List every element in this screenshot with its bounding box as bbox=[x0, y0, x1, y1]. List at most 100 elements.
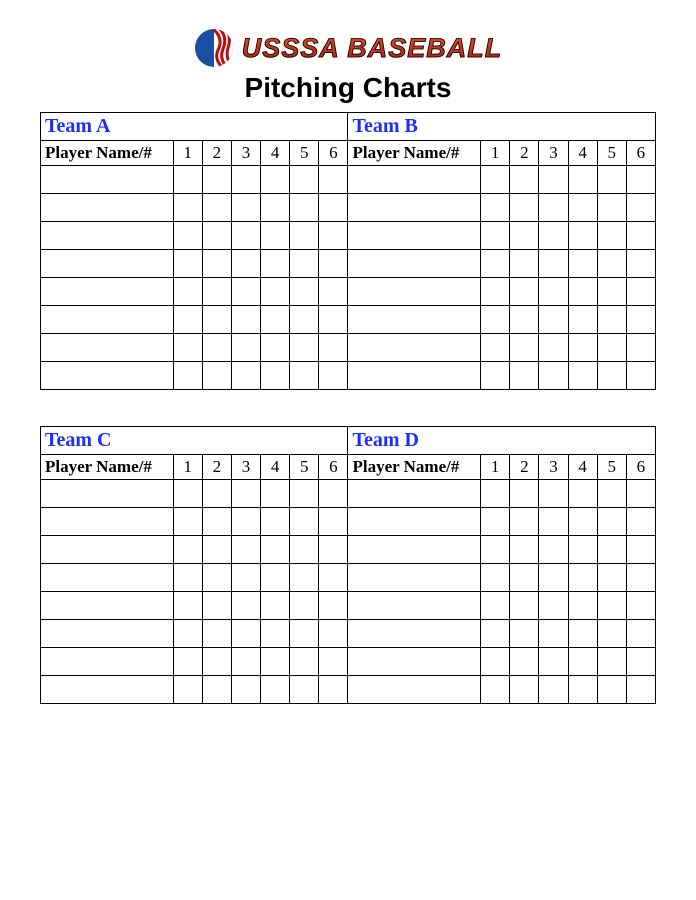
inning-cell[interactable] bbox=[481, 564, 510, 592]
inning-cell[interactable] bbox=[510, 564, 539, 592]
inning-cell[interactable] bbox=[231, 536, 260, 564]
inning-cell[interactable] bbox=[510, 648, 539, 676]
inning-cell[interactable] bbox=[261, 480, 290, 508]
player-name-cell[interactable] bbox=[348, 166, 481, 194]
inning-cell[interactable] bbox=[261, 278, 290, 306]
player-name-cell[interactable] bbox=[348, 592, 481, 620]
inning-cell[interactable] bbox=[261, 592, 290, 620]
inning-cell[interactable] bbox=[568, 166, 597, 194]
player-name-cell[interactable] bbox=[41, 362, 174, 390]
inning-cell[interactable] bbox=[261, 564, 290, 592]
inning-cell[interactable] bbox=[568, 306, 597, 334]
inning-cell[interactable] bbox=[539, 194, 568, 222]
inning-cell[interactable] bbox=[539, 648, 568, 676]
inning-cell[interactable] bbox=[261, 676, 290, 704]
inning-cell[interactable] bbox=[261, 222, 290, 250]
player-name-cell[interactable] bbox=[348, 676, 481, 704]
player-name-cell[interactable] bbox=[348, 250, 481, 278]
inning-cell[interactable] bbox=[539, 334, 568, 362]
inning-cell[interactable] bbox=[290, 278, 319, 306]
inning-cell[interactable] bbox=[202, 508, 231, 536]
inning-cell[interactable] bbox=[597, 508, 626, 536]
inning-cell[interactable] bbox=[290, 536, 319, 564]
inning-cell[interactable] bbox=[290, 480, 319, 508]
inning-cell[interactable] bbox=[290, 592, 319, 620]
inning-cell[interactable] bbox=[568, 362, 597, 390]
inning-cell[interactable] bbox=[231, 222, 260, 250]
inning-cell[interactable] bbox=[539, 306, 568, 334]
player-name-cell[interactable] bbox=[41, 480, 174, 508]
inning-cell[interactable] bbox=[597, 564, 626, 592]
player-name-cell[interactable] bbox=[41, 508, 174, 536]
inning-cell[interactable] bbox=[510, 306, 539, 334]
player-name-cell[interactable] bbox=[348, 536, 481, 564]
inning-cell[interactable] bbox=[202, 194, 231, 222]
inning-cell[interactable] bbox=[319, 564, 348, 592]
inning-cell[interactable] bbox=[568, 620, 597, 648]
inning-cell[interactable] bbox=[202, 362, 231, 390]
inning-cell[interactable] bbox=[290, 306, 319, 334]
inning-cell[interactable] bbox=[597, 250, 626, 278]
inning-cell[interactable] bbox=[202, 166, 231, 194]
inning-cell[interactable] bbox=[290, 508, 319, 536]
inning-cell[interactable] bbox=[568, 334, 597, 362]
inning-cell[interactable] bbox=[539, 166, 568, 194]
inning-cell[interactable] bbox=[568, 278, 597, 306]
inning-cell[interactable] bbox=[202, 676, 231, 704]
inning-cell[interactable] bbox=[626, 334, 655, 362]
player-name-cell[interactable] bbox=[348, 620, 481, 648]
inning-cell[interactable] bbox=[173, 194, 202, 222]
inning-cell[interactable] bbox=[319, 334, 348, 362]
inning-cell[interactable] bbox=[231, 620, 260, 648]
inning-cell[interactable] bbox=[568, 648, 597, 676]
inning-cell[interactable] bbox=[539, 278, 568, 306]
inning-cell[interactable] bbox=[290, 194, 319, 222]
inning-cell[interactable] bbox=[319, 278, 348, 306]
inning-cell[interactable] bbox=[539, 508, 568, 536]
player-name-cell[interactable] bbox=[41, 592, 174, 620]
inning-cell[interactable] bbox=[626, 676, 655, 704]
inning-cell[interactable] bbox=[539, 250, 568, 278]
inning-cell[interactable] bbox=[319, 250, 348, 278]
inning-cell[interactable] bbox=[626, 508, 655, 536]
inning-cell[interactable] bbox=[539, 564, 568, 592]
player-name-cell[interactable] bbox=[348, 648, 481, 676]
inning-cell[interactable] bbox=[597, 480, 626, 508]
inning-cell[interactable] bbox=[202, 306, 231, 334]
player-name-cell[interactable] bbox=[41, 536, 174, 564]
inning-cell[interactable] bbox=[539, 592, 568, 620]
inning-cell[interactable] bbox=[173, 278, 202, 306]
inning-cell[interactable] bbox=[319, 648, 348, 676]
player-name-cell[interactable] bbox=[348, 306, 481, 334]
inning-cell[interactable] bbox=[202, 250, 231, 278]
inning-cell[interactable] bbox=[626, 306, 655, 334]
inning-cell[interactable] bbox=[626, 564, 655, 592]
inning-cell[interactable] bbox=[626, 592, 655, 620]
inning-cell[interactable] bbox=[597, 592, 626, 620]
inning-cell[interactable] bbox=[568, 564, 597, 592]
player-name-cell[interactable] bbox=[348, 480, 481, 508]
inning-cell[interactable] bbox=[597, 334, 626, 362]
inning-cell[interactable] bbox=[481, 480, 510, 508]
inning-cell[interactable] bbox=[597, 194, 626, 222]
inning-cell[interactable] bbox=[481, 508, 510, 536]
player-name-cell[interactable] bbox=[41, 564, 174, 592]
inning-cell[interactable] bbox=[510, 222, 539, 250]
player-name-cell[interactable] bbox=[41, 676, 174, 704]
inning-cell[interactable] bbox=[510, 480, 539, 508]
inning-cell[interactable] bbox=[568, 676, 597, 704]
inning-cell[interactable] bbox=[481, 362, 510, 390]
inning-cell[interactable] bbox=[261, 620, 290, 648]
inning-cell[interactable] bbox=[231, 194, 260, 222]
player-name-cell[interactable] bbox=[348, 334, 481, 362]
inning-cell[interactable] bbox=[173, 592, 202, 620]
inning-cell[interactable] bbox=[626, 536, 655, 564]
inning-cell[interactable] bbox=[202, 278, 231, 306]
inning-cell[interactable] bbox=[597, 362, 626, 390]
inning-cell[interactable] bbox=[481, 676, 510, 704]
inning-cell[interactable] bbox=[626, 166, 655, 194]
inning-cell[interactable] bbox=[319, 508, 348, 536]
player-name-cell[interactable] bbox=[348, 278, 481, 306]
inning-cell[interactable] bbox=[510, 362, 539, 390]
player-name-cell[interactable] bbox=[41, 334, 174, 362]
